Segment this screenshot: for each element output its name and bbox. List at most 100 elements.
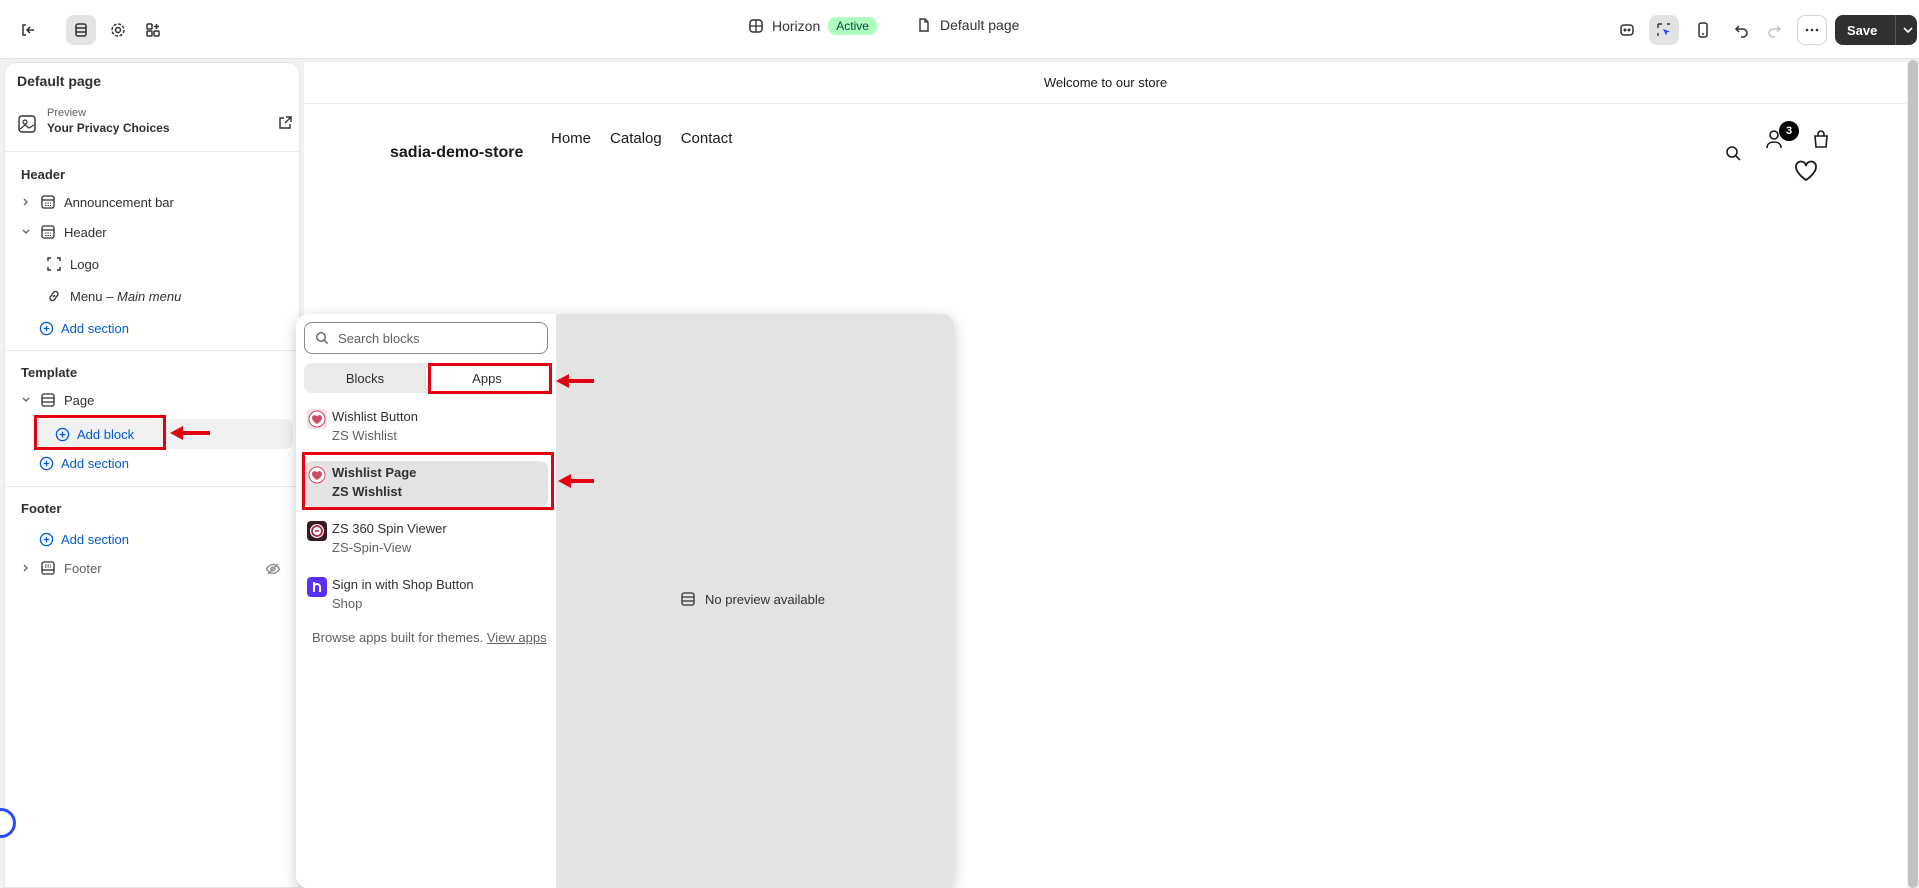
preview-image-icon (17, 114, 37, 134)
browse-apps-text: Browse apps built for themes. View apps (312, 628, 548, 648)
app-block-vendor: ZS-Spin-View (332, 540, 412, 555)
footer-section-icon (39, 560, 57, 576)
zs-wishlist-heart-icon (307, 409, 327, 429)
sidebar-item-label: Logo (70, 256, 99, 272)
app-block-name: Sign in with Shop Button (332, 577, 474, 592)
preview-scrollbar-thumb[interactable] (1908, 60, 1918, 888)
sidebar-item-label: Page (64, 392, 95, 408)
chevron-down-icon[interactable] (19, 395, 33, 405)
sidebar-item-logo[interactable]: Logo (45, 253, 99, 275)
add-section-header-button[interactable]: Add section (39, 318, 129, 338)
annotation-arrow-icon (170, 426, 210, 440)
chevron-right-icon[interactable] (19, 197, 33, 207)
preview-selector[interactable]: Preview Your Privacy Choices (15, 107, 293, 141)
block-picker-popover: Search blocks Blocks Apps Wishlist Butto… (296, 314, 954, 888)
add-section-template-button[interactable]: Add section (39, 453, 129, 473)
more-actions-icon[interactable] (1797, 15, 1827, 45)
page-name: Default page (940, 17, 1020, 33)
search-icon (315, 331, 329, 345)
undo-icon[interactable] (1727, 15, 1757, 45)
chevron-down-icon[interactable] (1896, 23, 1915, 37)
plus-circle-icon (39, 532, 54, 547)
preview-label: Preview (47, 107, 87, 119)
menu-subtitle: Main menu (117, 288, 182, 304)
sidebar-item-menu[interactable]: Menu – Main menu (45, 285, 181, 307)
search-icon[interactable] (1724, 144, 1742, 162)
add-section-footer-button[interactable]: Add section (39, 529, 129, 549)
section-icon (39, 224, 57, 240)
sidebar-item-label: Footer (64, 560, 102, 576)
link-icon (45, 288, 63, 304)
save-button[interactable]: Save (1835, 15, 1917, 45)
annotation-box-add-block (34, 415, 166, 450)
preview-page-name: Your Privacy Choices (47, 121, 170, 135)
annotation-arrow-icon (556, 374, 594, 388)
annotation-arrow-icon (558, 474, 594, 488)
logo-frame-icon (45, 256, 63, 272)
add-section-label: Add section (61, 455, 129, 471)
sidebar-item-label: Header (64, 224, 107, 240)
nav-link-contact[interactable]: Contact (681, 130, 733, 147)
mobile-preview-icon[interactable] (1688, 15, 1718, 45)
gear-icon[interactable] (103, 15, 133, 45)
theme-indicator[interactable]: Horizon Active (748, 17, 877, 35)
heart-icon[interactable] (1794, 160, 1818, 182)
app-block-sign-in-with-shop[interactable]: Sign in with Shop Button Shop (304, 573, 548, 619)
annotation-box-apps-tab (428, 363, 552, 394)
menu-separator: – (102, 288, 117, 304)
sidebar-item-announcement-bar[interactable]: Announcement bar (19, 191, 174, 213)
theme-name: Horizon (772, 18, 821, 34)
chevron-down-icon[interactable] (19, 227, 33, 237)
search-placeholder: Search blocks (338, 330, 420, 346)
sections-icon[interactable] (66, 15, 96, 45)
page-selector[interactable]: Default page (916, 17, 1019, 33)
cart-count-badge: 3 (1779, 121, 1799, 141)
nav-link-home[interactable]: Home (551, 130, 591, 147)
nav-link-catalog[interactable]: Catalog (610, 130, 662, 147)
footer-group-title: Footer (21, 501, 62, 516)
announcement-bar: Welcome to our store (304, 62, 1907, 104)
browse-apps-label: Browse apps built for themes. (312, 630, 484, 645)
annotation-box-wishlist-page (302, 452, 554, 510)
block-picker-list: Search blocks Blocks Apps Wishlist Butto… (296, 314, 556, 888)
add-section-label: Add section (61, 531, 129, 547)
plus-circle-icon (39, 456, 54, 471)
theme-icon (748, 18, 764, 34)
zs-spin-360-icon (307, 521, 327, 541)
main-menu: Home Catalog Contact (551, 130, 732, 147)
sidebar-item-footer[interactable]: Footer (19, 557, 102, 579)
top-bar: Horizon Active Default page Save (0, 0, 1919, 59)
sections-sidebar: Default page Preview Your Privacy Choice… (4, 62, 300, 888)
inspector-icon[interactable] (1612, 15, 1642, 45)
app-block-name: ZS 360 Spin Viewer (332, 521, 447, 536)
no-preview-message: No preview available (680, 591, 825, 607)
chevron-right-icon[interactable] (19, 563, 33, 573)
app-block-vendor: ZS Wishlist (332, 428, 397, 443)
app-block-name: Wishlist Button (332, 409, 418, 424)
cart-icon[interactable] (1812, 129, 1830, 149)
status-badge: Active (828, 17, 877, 35)
template-group-title: Template (21, 365, 78, 380)
external-link-icon[interactable] (277, 115, 293, 131)
exit-icon[interactable] (13, 15, 43, 45)
app-block-zs-360-spin-viewer[interactable]: ZS 360 Spin Viewer ZS-Spin-View (304, 517, 548, 563)
apps-icon[interactable] (138, 15, 168, 45)
section-icon (39, 392, 57, 408)
eye-hidden-icon[interactable] (265, 561, 281, 577)
save-label: Save (1847, 22, 1878, 38)
search-blocks-input[interactable]: Search blocks (304, 322, 548, 354)
sidebar-item-header[interactable]: Header (19, 221, 107, 243)
sidebar-item-page[interactable]: Page (19, 389, 94, 411)
tab-blocks[interactable]: Blocks (304, 363, 426, 393)
block-preview-pane: No preview available (556, 314, 954, 888)
shop-logo-icon (307, 577, 327, 597)
app-block-wishlist-button[interactable]: Wishlist Button ZS Wishlist (304, 405, 548, 451)
store-logo-text[interactable]: sadia-demo-store (390, 144, 523, 162)
section-icon (680, 591, 696, 607)
sidebar-item-label: Announcement bar (64, 194, 174, 210)
redo-icon[interactable] (1759, 15, 1789, 45)
view-apps-link[interactable]: View apps (487, 630, 547, 645)
sidebar-item-label: Menu (70, 288, 103, 304)
select-element-icon[interactable] (1649, 15, 1679, 45)
sidebar-title: Default page (17, 73, 102, 89)
